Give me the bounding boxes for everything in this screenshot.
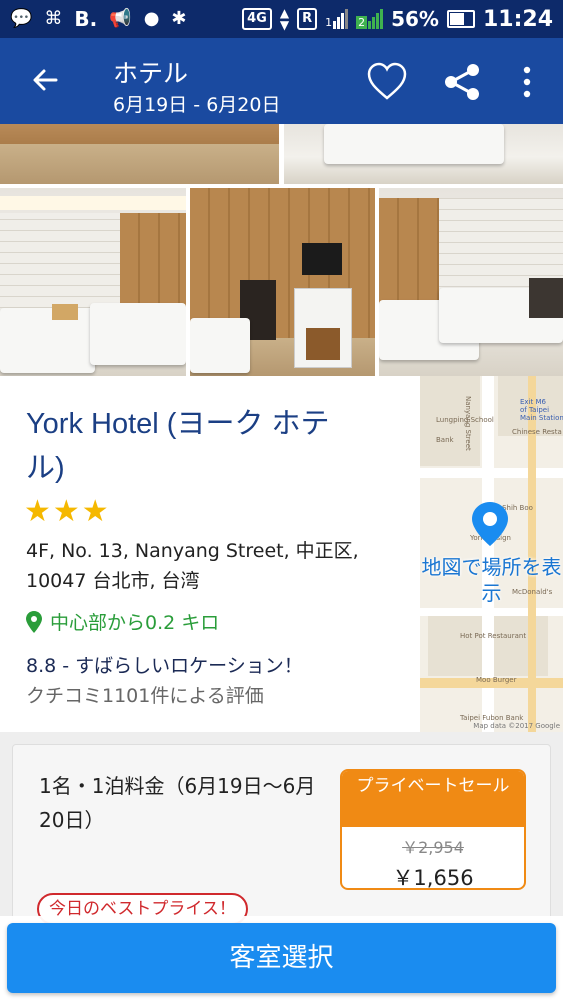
chat-bubble-icon: 💬 — [10, 8, 33, 29]
rate-label: 1名・1泊料金（6月19日〜6月20日） — [39, 774, 316, 832]
hotel-address: 4F, No. 13, Nanyang Street, 中正区, 10047 台… — [26, 540, 359, 592]
page-title: ホテル — [113, 59, 189, 88]
map-label: Nanyang Street — [464, 396, 472, 451]
roaming-badge: R — [297, 8, 318, 30]
hotel-photo[interactable] — [284, 124, 563, 184]
back-arrow-icon[interactable] — [28, 60, 68, 100]
rate-card[interactable]: 1名・1泊料金（6月19日〜6月20日） プライベートセール ￥2,954 ￥1… — [12, 744, 551, 944]
hotel-info: York Hotel (ヨーク ホテル) ★★★ 4F, No. 13, Nan… — [0, 376, 563, 732]
map-label: Taipei Fubon Bank — [460, 714, 524, 722]
stay-dates: 6月19日 - 6月20日 — [113, 94, 281, 116]
sale-price: ￥1,656 — [392, 866, 474, 890]
map-label: Chinese Resta — [512, 428, 562, 436]
price-box[interactable]: プライベートセール ￥2,954 ￥1,656 — [340, 769, 526, 890]
select-room-button[interactable]: 客室選択 — [7, 923, 556, 993]
private-sale-label: プライベートセール — [342, 771, 524, 827]
map-label: Hot Pot Restaurant — [460, 632, 527, 640]
share-icon[interactable] — [442, 62, 482, 102]
bluetooth-icon: ✱ — [171, 8, 187, 29]
hotel-photo[interactable] — [190, 188, 375, 376]
map-label: Bank — [436, 436, 454, 444]
hotel-photo[interactable] — [0, 124, 279, 184]
hotel-photo[interactable] — [0, 188, 186, 376]
photo-gallery[interactable] — [0, 124, 563, 376]
airbnb-icon: ⌘ — [44, 8, 63, 29]
view-map-link[interactable]: 地図で場所を表示 — [420, 554, 563, 606]
status-bar: 💬 ⌘ B. 📢 ● ✱ 4G ▲ ▼ R 1 2 56% 11:24 — [0, 0, 563, 38]
network-type-badge: 4G — [242, 8, 272, 30]
battery-icon — [446, 10, 475, 28]
bottom-bar: 客室選択 — [0, 916, 563, 1000]
review-count: クチコミ1101件による評価 — [26, 685, 264, 707]
location-rating: 8.8 - すばらしいロケーション！ — [26, 655, 303, 677]
distance-text: 中心部から0.2 キロ — [50, 612, 220, 634]
carrier-letter: B. — [74, 7, 98, 31]
map-label: Moo Burger — [476, 676, 517, 684]
original-price: ￥2,954 — [402, 838, 464, 857]
app-bar: ホテル 6月19日 - 6月20日 — [0, 38, 563, 124]
star-rating: ★★★ — [24, 494, 111, 529]
distance-from-center: 中心部から0.2 キロ — [26, 608, 219, 635]
more-vert-icon[interactable] — [515, 62, 539, 102]
map-label: of Taipei — [520, 406, 550, 414]
map-thumbnail[interactable]: Exit M6 of Taipei Main Station Chinese R… — [420, 376, 563, 732]
sim1-signal-icon: 1 — [325, 9, 349, 29]
map-label: Exit M6 — [520, 398, 546, 406]
heart-icon[interactable] — [365, 60, 409, 102]
clock: 11:24 — [482, 6, 553, 32]
location-pin-icon — [26, 610, 42, 633]
hotel-name: York Hotel (ヨーク ホテル) — [26, 408, 330, 484]
sim2-signal-icon: 2 — [356, 9, 384, 29]
megaphone-icon: 📢 — [109, 8, 132, 29]
map-label: Main Station — [520, 414, 563, 422]
battery-percent: 56% — [391, 7, 439, 31]
map-pin-icon — [472, 502, 508, 546]
data-arrows-icon: ▲ ▼ — [279, 6, 290, 32]
map-copyright: Map data ©2017 Google — [473, 722, 560, 730]
hotel-photo[interactable] — [379, 188, 563, 376]
location-icon: ● — [143, 8, 160, 29]
